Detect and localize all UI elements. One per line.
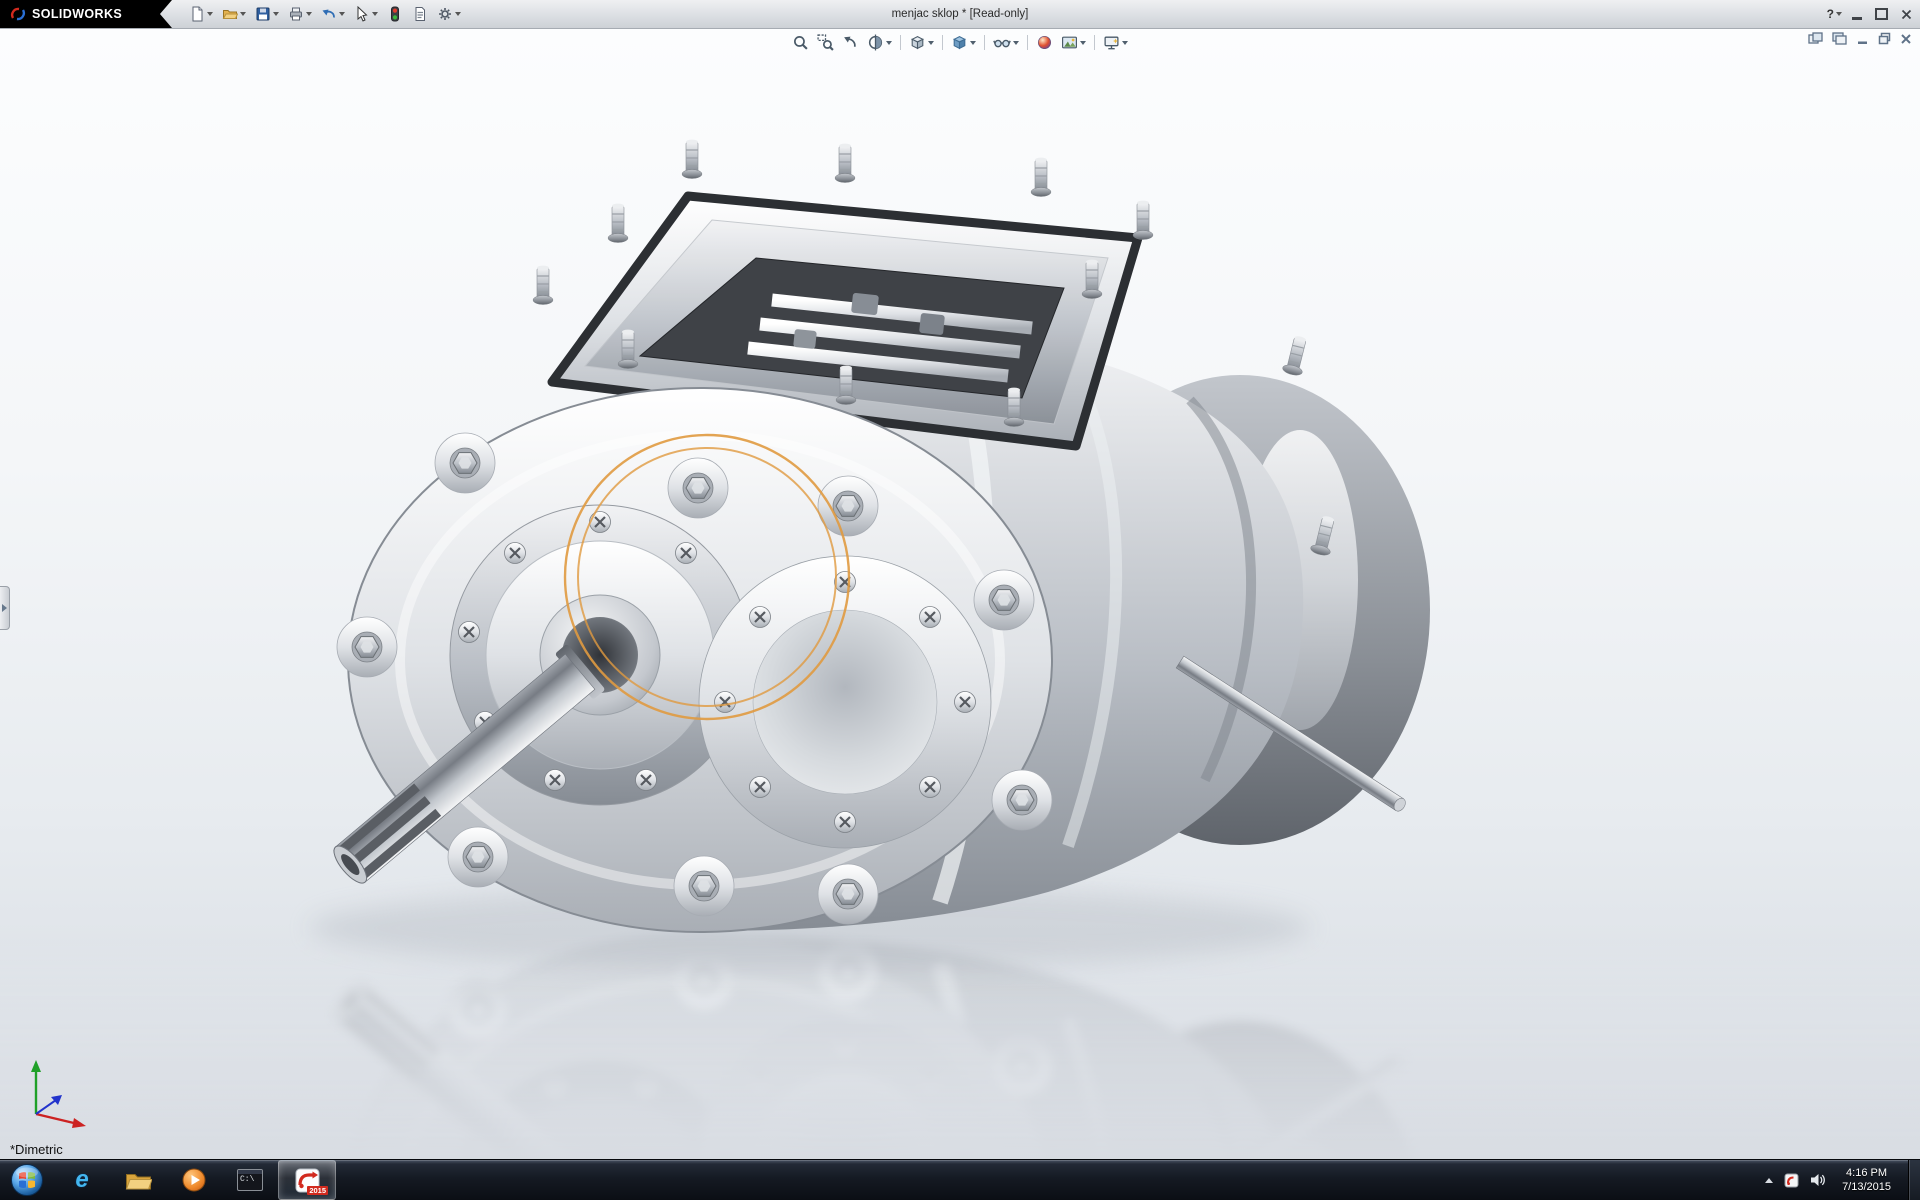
taskbar-command-prompt-button[interactable]: C:\ [222,1161,278,1199]
help-label: ? [1827,7,1834,21]
headsup-view-toolbar [789,32,1131,53]
display-style-cube-icon [951,34,968,51]
system-tray: 4:16 PM 7/13/2015 [1765,1160,1920,1200]
graphics-area[interactable]: *Dimetric [0,28,1920,1160]
save-button[interactable] [252,2,282,26]
featuremanager-collapsed-tab[interactable] [0,586,10,630]
folder-icon [125,1170,152,1191]
close-button[interactable] [1901,9,1912,20]
x-axis-arrow [72,1118,86,1128]
titlebar: SOLIDWORKS [0,0,1920,29]
apply-scene-icon [1061,34,1078,51]
window-title: menjac sklop * [Read-only] [300,0,1620,28]
help-button[interactable]: ? [1827,7,1842,21]
minimize-document-button[interactable] [1856,32,1869,45]
previous-view-button[interactable] [839,32,862,53]
file-properties-icon [412,6,428,22]
reflection-fade [0,935,1920,1160]
new-window-button[interactable] [1808,32,1823,45]
select-cursor-icon [354,6,370,22]
zoom-to-area-icon [817,34,834,51]
expand-panel-icon [2,604,7,612]
print-icon [288,6,304,22]
reference-triad [20,1052,100,1132]
titlebar-right: ? [1827,7,1920,21]
restore-document-button[interactable] [1878,32,1891,45]
taskbar-solidworks-button[interactable]: 2015 [278,1160,336,1200]
view-settings-icon [1103,34,1120,51]
hide-show-items-button[interactable] [990,32,1022,53]
cascade-windows-button[interactable] [1832,32,1847,45]
internet-explorer-icon: e [75,1168,88,1192]
view-orientation-cube-icon [909,34,926,51]
zoom-to-fit-button[interactable] [789,32,812,53]
solidworks-version-badge: 2015 [307,1186,328,1195]
edit-appearance-button[interactable] [1033,32,1056,53]
dassault-3ds-logo-icon [10,7,26,21]
view-orientation-button[interactable] [906,32,937,53]
undo-button[interactable] [318,2,348,26]
y-axis-arrow [31,1060,41,1072]
options-button[interactable] [434,2,464,26]
clock-date: 7/13/2015 [1842,1180,1891,1194]
view-orientation-label: *Dimetric [10,1142,63,1157]
media-player-icon [182,1168,206,1192]
zoom-to-area-button[interactable] [814,32,837,53]
hide-show-glasses-icon [993,34,1011,51]
hidden-icons-chevron[interactable] [1765,1178,1773,1183]
brand-label: SOLIDWORKS [32,7,122,21]
command-prompt-glyph: C:\ [240,1176,254,1184]
print-button[interactable] [285,2,315,26]
3d-model-gearbox[interactable] [0,28,1920,1160]
new-document-icon [189,6,205,22]
previous-view-icon [842,34,859,51]
main-toolbar [186,2,464,26]
maximize-button[interactable] [1875,8,1888,20]
taskbar-media-player-button[interactable] [166,1161,222,1199]
edit-appearance-ball-icon [1036,34,1053,51]
undo-arrow-icon [321,6,337,22]
solidworks-brand: SOLIDWORKS [0,0,172,28]
minimize-button[interactable] [1852,17,1862,20]
solidworks-tray-icon[interactable] [1784,1173,1799,1188]
volume-icon[interactable] [1810,1173,1825,1187]
section-view-button[interactable] [864,32,895,53]
apply-scene-button[interactable] [1058,32,1089,53]
zoom-to-fit-icon [792,34,809,51]
rebuild-button[interactable] [384,2,406,26]
windows-start-orb-icon [10,1163,44,1197]
section-view-icon [867,34,884,51]
start-button[interactable] [0,1160,54,1200]
show-desktop-button[interactable] [1908,1160,1920,1200]
taskbar-internet-explorer-button[interactable]: e [54,1161,110,1199]
close-document-button[interactable] [1900,33,1912,45]
new-document-button[interactable] [186,2,216,26]
select-button[interactable] [351,2,381,26]
taskbar-clock[interactable]: 4:16 PM 7/13/2015 [1836,1166,1897,1195]
windows-taskbar: e C:\ [0,1159,1920,1200]
taskbar-windows-explorer-button[interactable] [110,1161,166,1199]
display-style-button[interactable] [948,32,979,53]
clock-time: 4:16 PM [1842,1166,1891,1180]
file-properties-button[interactable] [409,2,431,26]
command-prompt-icon: C:\ [237,1169,263,1191]
open-button[interactable] [219,2,249,26]
open-folder-icon [222,6,238,22]
save-floppy-icon [255,6,271,22]
options-gear-icon [437,6,453,22]
rebuild-traffic-light-icon [387,6,403,22]
document-window-controls [1808,32,1912,45]
view-settings-button[interactable] [1100,32,1131,53]
solidworks-window: SOLIDWORKS [0,0,1920,1200]
